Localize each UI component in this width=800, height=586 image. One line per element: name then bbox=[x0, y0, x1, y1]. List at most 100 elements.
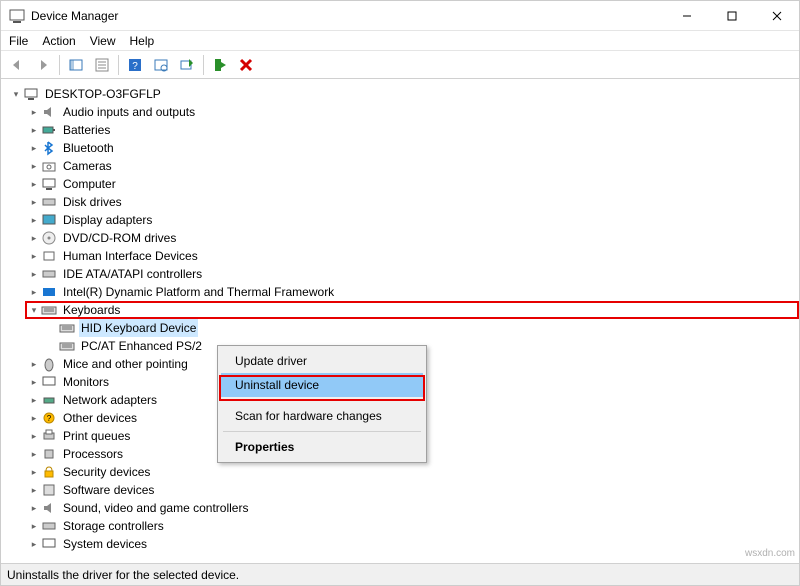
update-driver-button[interactable] bbox=[175, 53, 199, 77]
keyboard-icon bbox=[59, 338, 75, 354]
disc-icon bbox=[41, 230, 57, 246]
tree-node-disk[interactable]: ▸Disk drives bbox=[27, 193, 799, 211]
tree-node-security[interactable]: ▸Security devices bbox=[27, 463, 799, 481]
menu-separator bbox=[223, 400, 421, 401]
audio-icon bbox=[41, 104, 57, 120]
menu-file[interactable]: File bbox=[9, 34, 28, 48]
chevron-right-icon[interactable]: ▸ bbox=[27, 411, 41, 425]
app-icon bbox=[9, 8, 25, 24]
chevron-right-icon[interactable]: ▸ bbox=[27, 213, 41, 227]
chevron-down-icon[interactable]: ▾ bbox=[9, 87, 23, 101]
tree-node-cameras[interactable]: ▸Cameras bbox=[27, 157, 799, 175]
tree-node-audio[interactable]: ▸Audio inputs and outputs bbox=[27, 103, 799, 121]
tree-node-keyboards[interactable]: ▾Keyboards bbox=[25, 301, 799, 319]
context-properties[interactable]: Properties bbox=[221, 435, 423, 459]
tree-node-hid[interactable]: ▸Human Interface Devices bbox=[27, 247, 799, 265]
window-title: Device Manager bbox=[31, 9, 118, 23]
storage-icon bbox=[41, 518, 57, 534]
chevron-right-icon[interactable]: ▸ bbox=[27, 519, 41, 533]
tree-node-ide[interactable]: ▸IDE ATA/ATAPI controllers bbox=[27, 265, 799, 283]
software-icon bbox=[41, 482, 57, 498]
chevron-right-icon[interactable]: ▸ bbox=[27, 375, 41, 389]
toolbar-separator bbox=[59, 55, 60, 75]
help-button[interactable]: ? bbox=[123, 53, 147, 77]
tree-node-software[interactable]: ▸Software devices bbox=[27, 481, 799, 499]
chevron-right-icon[interactable]: ▸ bbox=[27, 177, 41, 191]
show-hide-console-button[interactable] bbox=[64, 53, 88, 77]
lock-icon bbox=[41, 464, 57, 480]
tree-node-system[interactable]: ▸System devices bbox=[27, 535, 799, 553]
tree-node-dvd[interactable]: ▸DVD/CD-ROM drives bbox=[27, 229, 799, 247]
scan-hardware-button[interactable] bbox=[149, 53, 173, 77]
intel-icon bbox=[41, 284, 57, 300]
context-update-driver[interactable]: Update driver bbox=[221, 349, 423, 373]
bluetooth-icon bbox=[41, 140, 57, 156]
system-icon bbox=[41, 536, 57, 552]
tree-node-computer[interactable]: ▸Computer bbox=[27, 175, 799, 193]
context-menu: Update driver Uninstall device Scan for … bbox=[217, 345, 427, 463]
tree-node-storage[interactable]: ▸Storage controllers bbox=[27, 517, 799, 535]
close-button[interactable] bbox=[754, 1, 799, 30]
chevron-right-icon[interactable]: ▸ bbox=[27, 195, 41, 209]
status-text: Uninstalls the driver for the selected d… bbox=[7, 568, 239, 582]
menu-help[interactable]: Help bbox=[130, 34, 155, 48]
chevron-right-icon[interactable]: ▸ bbox=[27, 285, 41, 299]
properties-button[interactable] bbox=[90, 53, 114, 77]
forward-button[interactable] bbox=[31, 53, 55, 77]
chevron-right-icon[interactable]: ▸ bbox=[27, 483, 41, 497]
tree-node-bluetooth[interactable]: ▸Bluetooth bbox=[27, 139, 799, 157]
tree-node-sound[interactable]: ▸Sound, video and game controllers bbox=[27, 499, 799, 517]
chevron-right-icon[interactable]: ▸ bbox=[27, 501, 41, 515]
battery-icon bbox=[41, 122, 57, 138]
chevron-right-icon[interactable]: ▸ bbox=[27, 357, 41, 371]
tree-node-intel[interactable]: ▸Intel(R) Dynamic Platform and Thermal F… bbox=[27, 283, 799, 301]
watermark: wsxdn.com bbox=[745, 548, 795, 559]
monitor-icon bbox=[41, 374, 57, 390]
chevron-right-icon[interactable]: ▸ bbox=[27, 249, 41, 263]
svg-text:?: ? bbox=[47, 414, 52, 423]
chevron-right-icon[interactable]: ▸ bbox=[27, 105, 41, 119]
chevron-right-icon[interactable]: ▸ bbox=[27, 231, 41, 245]
chevron-right-icon[interactable]: ▸ bbox=[27, 393, 41, 407]
context-scan-hardware[interactable]: Scan for hardware changes bbox=[221, 404, 423, 428]
menubar: File Action View Help bbox=[1, 31, 799, 51]
keyboard-icon bbox=[41, 302, 57, 318]
other-icon: ? bbox=[41, 410, 57, 426]
tree-node-batteries[interactable]: ▸Batteries bbox=[27, 121, 799, 139]
svg-text:?: ? bbox=[132, 61, 138, 72]
menu-action[interactable]: Action bbox=[42, 34, 75, 48]
chevron-down-icon[interactable]: ▾ bbox=[27, 303, 41, 317]
chevron-right-icon[interactable]: ▸ bbox=[27, 537, 41, 551]
chevron-right-icon[interactable]: ▸ bbox=[27, 447, 41, 461]
context-uninstall-device[interactable]: Uninstall device bbox=[221, 373, 423, 397]
keyboard-icon bbox=[59, 320, 75, 336]
display-icon bbox=[41, 212, 57, 228]
menu-separator bbox=[223, 431, 421, 432]
menu-view[interactable]: View bbox=[90, 34, 116, 48]
network-icon bbox=[41, 392, 57, 408]
chevron-right-icon[interactable]: ▸ bbox=[27, 429, 41, 443]
disk-icon bbox=[41, 194, 57, 210]
ide-icon bbox=[41, 266, 57, 282]
chevron-right-icon[interactable]: ▸ bbox=[27, 141, 41, 155]
chevron-right-icon[interactable]: ▸ bbox=[27, 267, 41, 281]
uninstall-device-button[interactable] bbox=[234, 53, 258, 77]
tree-node-display[interactable]: ▸Display adapters bbox=[27, 211, 799, 229]
computer-icon bbox=[23, 86, 39, 102]
tree-root[interactable]: ▾ DESKTOP-O3FGFLP bbox=[9, 85, 799, 103]
chevron-right-icon[interactable]: ▸ bbox=[27, 123, 41, 137]
camera-icon bbox=[41, 158, 57, 174]
enable-device-button[interactable] bbox=[208, 53, 232, 77]
toolbar: ? bbox=[1, 51, 799, 79]
chevron-right-icon[interactable]: ▸ bbox=[27, 465, 41, 479]
computer-icon bbox=[41, 176, 57, 192]
device-tree-pane[interactable]: ▾ DESKTOP-O3FGFLP ▸Audio inputs and outp… bbox=[1, 81, 799, 563]
maximize-button[interactable] bbox=[709, 1, 754, 30]
chevron-right-icon[interactable]: ▸ bbox=[27, 159, 41, 173]
statusbar: Uninstalls the driver for the selected d… bbox=[1, 563, 799, 585]
toolbar-separator bbox=[118, 55, 119, 75]
titlebar: Device Manager bbox=[1, 1, 799, 31]
minimize-button[interactable] bbox=[664, 1, 709, 30]
tree-node-hid-keyboard[interactable]: HID Keyboard Device bbox=[45, 319, 799, 337]
back-button[interactable] bbox=[5, 53, 29, 77]
